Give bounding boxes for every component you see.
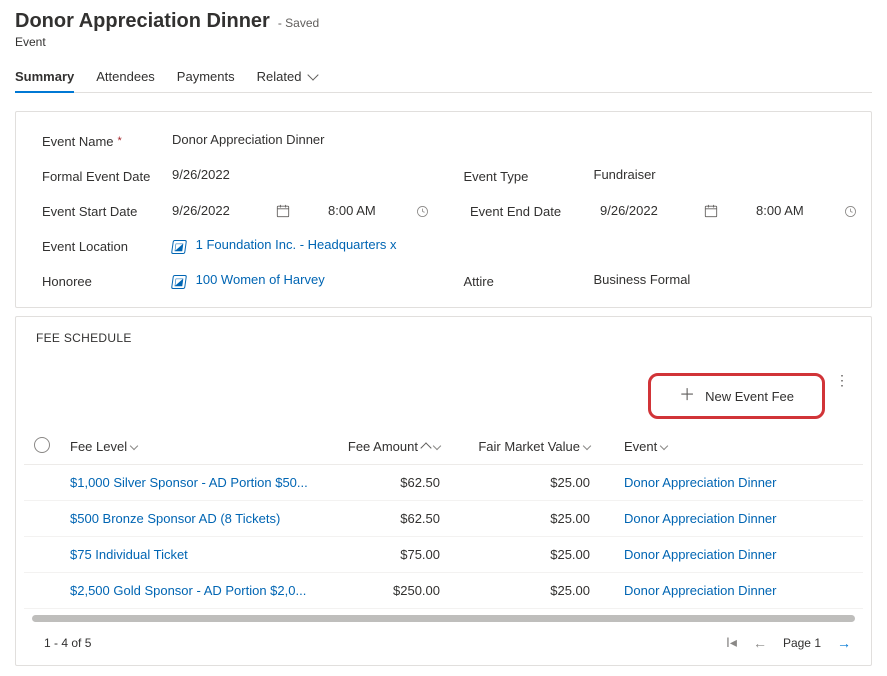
event-link[interactable]: Donor Appreciation Dinner: [624, 511, 776, 526]
fmv-cell: $25.00: [450, 537, 600, 573]
table-row[interactable]: $2,500 Gold Sponsor - AD Portion $2,0...…: [24, 573, 863, 609]
event-link[interactable]: Donor Appreciation Dinner: [624, 547, 776, 562]
select-all-header[interactable]: [24, 429, 60, 465]
prev-page-button[interactable]: ←: [753, 635, 767, 651]
entity-icon: ◪: [171, 275, 187, 289]
value-end-date[interactable]: 9/26/2022 8:00 AM: [600, 202, 858, 219]
plus-icon: ＋: [679, 388, 695, 404]
chevron-down-icon: [583, 442, 591, 450]
new-event-fee-label: New Event Fee: [705, 389, 794, 404]
sort-ascending-icon: [420, 442, 431, 453]
first-page-button[interactable]: I◂: [726, 634, 737, 651]
fee-level-link[interactable]: $500 Bronze Sponsor AD (8 Tickets): [70, 511, 280, 526]
table-row[interactable]: $75 Individual Ticket $75.00$25.00 Donor A…: [24, 537, 863, 573]
table-row[interactable]: $500 Bronze Sponsor AD (8 Tickets) $62.50…: [24, 501, 863, 537]
end-date-text: 9/26/2022: [600, 203, 690, 218]
required-marker: *: [118, 135, 122, 147]
label-event-name: Event Name*: [42, 132, 172, 149]
page-title: Donor Appreciation Dinner: [15, 10, 270, 33]
pager-page-label: Page 1: [783, 636, 821, 650]
tab-related-label: Related: [257, 69, 302, 84]
label-honoree: Honoree: [42, 272, 172, 289]
horizontal-scrollbar[interactable]: [32, 615, 855, 622]
fee-amount-cell: $250.00: [330, 573, 450, 609]
fee-schedule-card: FEE SCHEDULE ＋ New Event Fee ⋮ Fee Level…: [15, 316, 872, 666]
fmv-cell: $25.00: [450, 501, 600, 537]
col-event[interactable]: Event: [600, 429, 863, 465]
value-attire[interactable]: Business Formal: [594, 272, 846, 289]
entity-icon: ◪: [171, 240, 187, 254]
pager-range: 1 - 4 of 5: [44, 636, 91, 650]
label-end-date: Event End Date: [470, 202, 600, 219]
new-event-fee-button[interactable]: ＋ New Event Fee: [665, 382, 808, 410]
clock-icon[interactable]: [844, 205, 858, 218]
row-selector[interactable]: [24, 573, 60, 609]
label-start-date: Event Start Date: [42, 202, 172, 219]
row-selector[interactable]: [24, 501, 60, 537]
fee-amount-cell: $62.50: [330, 501, 450, 537]
value-honoree[interactable]: ◪ 100 Women of Harvey: [172, 272, 424, 289]
value-formal-date[interactable]: 9/26/2022: [172, 167, 424, 184]
label-attire: Attire: [464, 272, 594, 289]
fee-level-link[interactable]: $1,000 Silver Sponsor - AD Portion $50..…: [70, 475, 308, 490]
value-event-name[interactable]: Donor Appreciation Dinner: [172, 132, 424, 149]
label-location: Event Location: [42, 237, 172, 254]
col-fee-level[interactable]: Fee Level: [60, 429, 330, 465]
chevron-down-icon: [660, 442, 668, 450]
col-fmv[interactable]: Fair Market Value: [450, 429, 600, 465]
fee-amount-cell: $62.50: [330, 465, 450, 501]
chevron-down-icon: [307, 69, 318, 80]
tab-summary[interactable]: Summary: [15, 63, 74, 92]
more-commands-button[interactable]: ⋮: [835, 373, 849, 419]
tab-bar: Summary Attendees Payments Related: [15, 63, 872, 93]
tab-related[interactable]: Related: [257, 63, 317, 92]
table-row[interactable]: $1,000 Silver Sponsor - AD Portion $50..…: [24, 465, 863, 501]
callout-highlight: ＋ New Event Fee: [648, 373, 825, 419]
row-selector[interactable]: [24, 537, 60, 573]
fee-schedule-title: FEE SCHEDULE: [24, 331, 863, 345]
fee-schedule-grid: Fee Level Fee Amount Fair Market Value E…: [24, 429, 863, 609]
calendar-icon[interactable]: [276, 204, 290, 218]
honoree-link[interactable]: 100 Women of Harvey: [196, 272, 325, 287]
label-event-type: Event Type: [464, 167, 594, 184]
calendar-icon[interactable]: [704, 204, 718, 218]
fee-level-link[interactable]: $75 Individual Ticket: [70, 547, 188, 562]
next-page-button[interactable]: →: [837, 635, 851, 651]
value-event-type[interactable]: Fundraiser: [594, 167, 846, 184]
row-selector[interactable]: [24, 465, 60, 501]
fmv-cell: $25.00: [450, 465, 600, 501]
location-link[interactable]: 1 Foundation Inc. - Headquarters x: [196, 237, 397, 252]
start-time-text: 8:00 AM: [328, 203, 388, 218]
label-formal-date: Formal Event Date: [42, 167, 172, 184]
entity-type-label: Event: [15, 35, 872, 49]
value-start-date[interactable]: 9/26/2022 8:00 AM: [172, 202, 430, 219]
fee-amount-cell: $75.00: [330, 537, 450, 573]
tab-attendees[interactable]: Attendees: [96, 63, 155, 92]
end-time-text: 8:00 AM: [756, 203, 816, 218]
fee-level-link[interactable]: $2,500 Gold Sponsor - AD Portion $2,0...: [70, 583, 306, 598]
chevron-down-icon: [130, 442, 138, 450]
chevron-down-icon: [433, 442, 441, 450]
event-link[interactable]: Donor Appreciation Dinner: [624, 583, 776, 598]
event-form-card: Event Name* Donor Appreciation Dinner Fo…: [15, 111, 872, 308]
event-link[interactable]: Donor Appreciation Dinner: [624, 475, 776, 490]
col-fee-amount[interactable]: Fee Amount: [330, 429, 450, 465]
saved-indicator: - Saved: [278, 16, 319, 30]
start-date-text: 9/26/2022: [172, 203, 262, 218]
tab-payments[interactable]: Payments: [177, 63, 235, 92]
fmv-cell: $25.00: [450, 573, 600, 609]
grid-pager: 1 - 4 of 5 I◂ ← Page 1 →: [24, 626, 863, 653]
value-location[interactable]: ◪ 1 Foundation Inc. - Headquarters x: [172, 237, 424, 254]
clock-icon[interactable]: [416, 205, 430, 218]
